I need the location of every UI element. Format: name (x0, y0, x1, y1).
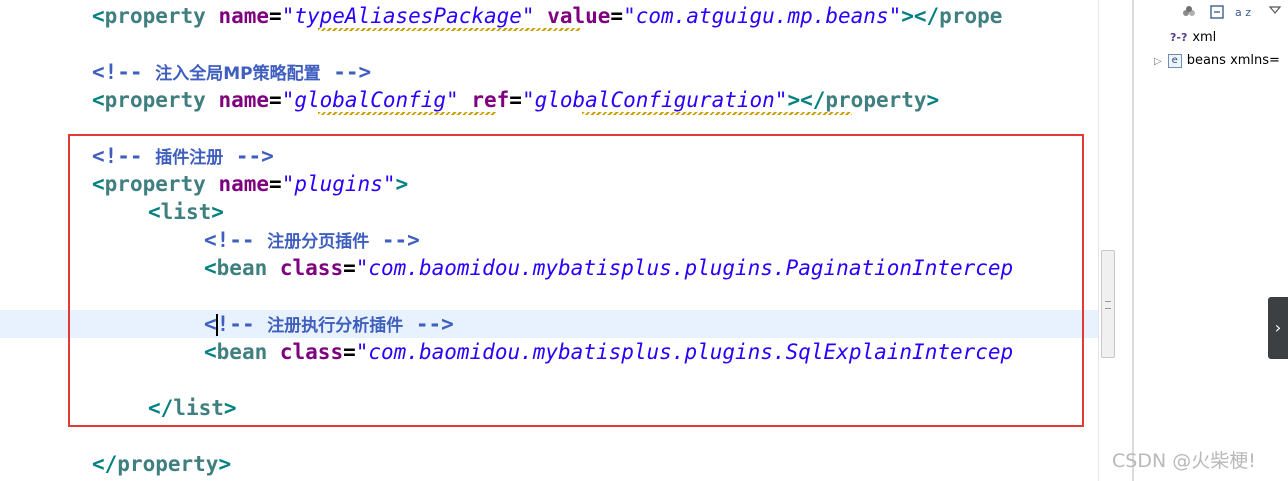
attribute-value: "globalConfig" (281, 88, 459, 112)
tag-name: property (104, 172, 219, 196)
outline-panel: a z ?-? xml ▷ e beans xmlns= (1134, 0, 1288, 481)
tag-name: property (104, 4, 219, 28)
tag-bracket: < (204, 256, 217, 280)
attribute-value: "plugins" (281, 172, 396, 196)
code-line[interactable] (204, 282, 1098, 310)
equals-sign: = (610, 4, 624, 28)
tag-bracket: </ (148, 396, 174, 420)
attribute-value: "globalConfiguration" (521, 88, 788, 112)
comment-delimiter: --> (403, 312, 454, 336)
xml-editor[interactable]: <property name="typeAliasesPackage" valu… (0, 0, 1098, 481)
code-line[interactable]: <bean class="com.baomidou.mybatisplus.pl… (204, 254, 1098, 282)
code-line[interactable]: <!-- 注册分页插件 --> (204, 226, 1098, 254)
equals-sign: = (269, 4, 282, 28)
watermark: CSDN @火柴梗! (1112, 450, 1256, 472)
tag-name: property (825, 88, 927, 112)
chevron-right-icon: › (1274, 318, 1282, 337)
spelling-squiggle (582, 112, 852, 115)
attribute-name: class (279, 340, 344, 364)
code-line[interactable] (92, 422, 1098, 450)
attribute-name: name (218, 88, 270, 112)
code-line[interactable]: <!-- 注入全局MP策略配置 --> (92, 58, 1098, 86)
attribute-name: name (218, 172, 270, 196)
scrollbar-grip-icon (1105, 301, 1111, 309)
comment-delimiter: --> (223, 144, 274, 168)
collapse-all-icon[interactable] (1208, 4, 1226, 22)
tag-bracket: > (223, 396, 237, 420)
attribute-value: "typeAliasesPackage" (281, 4, 535, 28)
tag-bracket: < (148, 200, 161, 224)
processing-instruction-icon: ?-? (1170, 31, 1188, 44)
code-line[interactable]: <property name="typeAliasesPackage" valu… (92, 2, 1098, 30)
sort-icon[interactable]: a z (1234, 4, 1252, 22)
scrollbar-thumb[interactable] (1101, 250, 1115, 358)
comment-text: 注册分页插件 (267, 232, 370, 252)
tag-bracket: < (92, 4, 105, 28)
comment-delimiter: --> (369, 228, 420, 252)
tag-bracket: < (204, 340, 217, 364)
tag-name: prope (939, 4, 1003, 28)
equals-sign: = (269, 172, 282, 196)
tag-bracket: ></ (787, 88, 826, 112)
equals-sign: = (509, 88, 522, 112)
code-line[interactable]: <property name="globalConfig" ref="globa… (92, 86, 1098, 114)
tag-name: list (173, 396, 224, 420)
code-line[interactable]: <bean class="com.baomidou.mybatisplus.pl… (204, 338, 1098, 366)
comment-delimiter: !-- (216, 312, 268, 336)
tag-bracket: ></ (901, 4, 940, 28)
comment-delimiter: <!-- (92, 144, 156, 168)
code-line[interactable]: <list> (148, 198, 1098, 226)
attribute-value: "com.baomidou.mybatisplus.plugins.Pagina… (355, 256, 1014, 280)
attribute-name: ref (458, 88, 510, 112)
comment-delimiter: --> (320, 60, 372, 84)
tag-bracket: </ (92, 452, 118, 476)
code-line[interactable] (204, 366, 1098, 394)
tag-name: list (160, 200, 212, 224)
code-line[interactable] (92, 30, 1098, 58)
element-icon: e (1167, 53, 1182, 68)
tag-name: bean (216, 256, 280, 280)
tag-bracket: > (218, 452, 232, 476)
comment-delimiter: <!-- (92, 60, 156, 84)
tag-bracket: < (92, 172, 105, 196)
editor-vertical-scrollbar[interactable] (1098, 0, 1116, 481)
attribute-value: "com.baomidou.mybatisplus.plugins.SqlExp… (355, 340, 1014, 364)
tag-name: bean (216, 340, 280, 364)
comment-text: 注册执行分析插件 (267, 316, 404, 336)
tag-bracket: > (395, 172, 409, 196)
tag-bracket: > (211, 200, 224, 224)
expand-arrow-icon[interactable]: ▷ (1154, 56, 1162, 67)
tag-name: property (117, 452, 219, 476)
outline-item-xml[interactable]: ?-? xml (1170, 28, 1216, 48)
tag-bracket: < (92, 88, 105, 112)
attribute-name: value (534, 4, 611, 28)
attribute-name: name (218, 4, 270, 28)
comment-delimiter: <!-- (204, 228, 268, 252)
code-line[interactable]: <property name="plugins"> (92, 170, 1098, 198)
collapse-panel-handle[interactable]: › (1268, 297, 1288, 359)
comment-text: 插件注册 (155, 148, 224, 168)
spelling-squiggle (318, 28, 580, 31)
outline-item-label: beans xmlns= (1186, 53, 1280, 68)
tag-bracket: > (926, 88, 940, 112)
spelling-squiggle (318, 112, 496, 115)
view-menu-icon[interactable] (1266, 4, 1284, 22)
equals-sign: = (343, 256, 356, 280)
equals-sign: = (343, 340, 356, 364)
code-line[interactable]: </property> (92, 450, 1098, 478)
current-code-line[interactable]: <!-- 注册执行分析插件 --> (0, 310, 1098, 338)
attribute-value: "com.atguigu.mp.beans" (623, 4, 902, 28)
filter-icon[interactable] (1180, 4, 1198, 22)
code-line[interactable]: <!-- 插件注册 --> (92, 142, 1098, 170)
outline-item-label: xml (1192, 30, 1217, 45)
attribute-name: class (279, 256, 344, 280)
comment-text: 注入全局MP策略配置 (155, 64, 321, 84)
tag-name: property (104, 88, 219, 112)
equals-sign: = (269, 88, 282, 112)
code-line[interactable]: </list> (148, 394, 1098, 422)
outline-item-beans[interactable]: ▷ e beans xmlns= (1154, 51, 1280, 71)
sort-icon-label: a z (1234, 6, 1251, 19)
code-line[interactable] (92, 114, 1098, 142)
